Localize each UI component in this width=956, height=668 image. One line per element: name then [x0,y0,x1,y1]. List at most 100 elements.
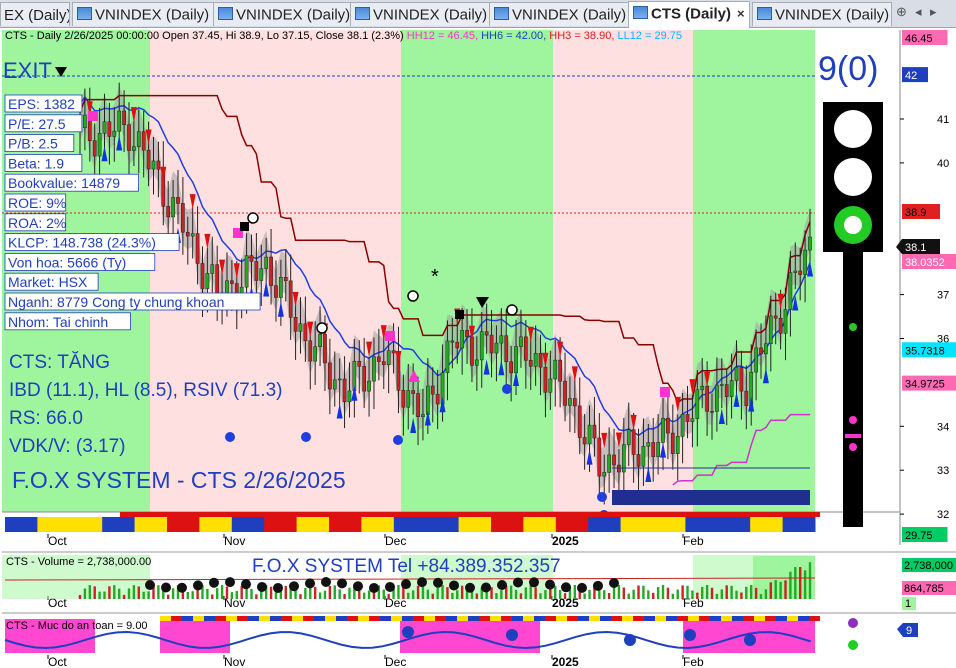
volume-bar [519,593,523,599]
zone-green [401,30,553,512]
price-tick: 40 [937,158,949,170]
safety-dot [624,634,636,646]
tab-vnindex-2[interactable]: VNINDEX (Daily) [213,2,353,26]
zero-marker-icon [506,304,518,316]
tab-scroll-options-icon[interactable]: ⊕ [896,4,907,20]
candle-body [685,414,690,422]
safety-dot [402,626,414,638]
candle-body [499,335,504,344]
volume-bar [446,587,449,599]
ll12-label: LL12 = 29.75 [617,30,682,42]
price-tick: 34 [937,421,949,433]
volume-bar [83,588,87,599]
candle-body [700,385,705,391]
candle-body [519,336,523,347]
watermark-title: F.O.X SYSTEM - CTS 2/26/2025 [12,467,346,493]
candle-body [724,384,729,397]
volume-axis-label: 1 [905,598,911,610]
candle-body [788,272,793,310]
volume-dot [545,579,555,590]
volume-dot [561,582,571,593]
volume-bar [745,586,748,599]
volume-bar [255,594,258,599]
volume-bar [617,585,621,599]
candle-body [695,389,700,419]
date-tick: Nov [224,655,245,668]
candle-body [274,285,278,298]
candle-body [303,323,308,342]
volume-bar [333,585,336,599]
candle-body [778,317,783,334]
candle-body [377,356,381,362]
safety-dot [744,634,756,646]
candle-body [602,472,607,477]
close-tab-icon[interactable]: × [737,6,745,21]
price-chart-canvas[interactable]: * CTS - Daily 2/26/2025 00:00:00 Open 37… [0,27,956,668]
candle-body [381,361,386,366]
price-label-box: 42 [905,70,917,82]
tab-scroll-left-icon[interactable]: ◂ [915,4,922,20]
volume-bar [230,592,234,599]
candle-body [146,149,151,170]
chart-tab-icon [355,7,370,20]
volume-dot [577,582,587,593]
tab-vnindex-5[interactable]: VNINDEX (Daily) [752,2,892,26]
volume-bar [122,594,126,599]
price-tick: 33 [937,465,949,477]
tab-scroll-right-icon[interactable]: ▸ [930,4,937,20]
hh6-label: HH6 = 42.00, [481,30,546,42]
fundamental-item: KLCP: 148.738 (24.3%) [8,235,156,251]
candle-body [264,256,269,269]
tab-ex-daily[interactable]: EX (Daily) [0,2,70,26]
candle-body [509,361,513,374]
date-tick: 2025 [552,655,579,668]
signal-band-cell [523,517,557,532]
candle-body [259,268,264,281]
signal-band-cell [102,517,136,532]
price-axis: 46.4542414038.938.138.0352373635.731834.… [896,30,956,542]
black-square-icon [455,310,464,319]
candle-body [362,366,367,392]
volume-dot [225,577,235,588]
volume-dot [177,582,187,593]
signal-band-cell [264,517,298,532]
date-tick: Feb [683,655,704,668]
volume-bar [534,587,537,599]
tab-label: VNINDEX (Daily) [95,6,210,24]
tab-cts-daily[interactable]: CTS (Daily) × [628,1,750,28]
volume-bar [754,587,758,599]
volume-bar [93,586,96,599]
volume-bar [436,587,439,599]
zero-marker-icon [407,290,419,302]
candle-body [764,343,768,355]
signal-band-cell [555,517,589,532]
price-label-box: 29.75 [905,530,933,542]
volume-bar [774,579,777,599]
volume-bar [157,585,160,599]
candle-body [450,340,455,343]
volume-dot [529,577,539,588]
volume-bar [367,590,371,599]
trend-line: VDK/V: (3.17) [9,436,126,457]
candle-body [563,380,567,406]
candle-body [675,436,680,454]
tab-vnindex-1[interactable]: VNINDEX (Daily) [72,2,220,26]
volume-bar [558,590,562,599]
candle-body [773,315,778,319]
candle-body [739,367,744,392]
info-marker-icon [393,435,403,445]
price-tick: 32 [937,509,949,521]
pink-square-icon [385,331,395,341]
volume-dot [193,580,203,591]
candle-body [553,359,558,380]
fundamental-item: EPS: 1382 [8,96,75,112]
volume-bar [426,589,430,599]
volume-bar [211,594,214,599]
volume-dot [241,579,251,590]
tab-vnindex-4[interactable]: VNINDEX (Daily) [489,2,629,26]
tab-vnindex-3[interactable]: VNINDEX (Daily) [350,2,490,26]
tab-label: VNINDEX (Daily) [512,6,627,24]
fundamental-item: P/E: 27.5 [8,116,66,132]
candle-body [680,414,685,437]
volume-bar [220,585,224,599]
